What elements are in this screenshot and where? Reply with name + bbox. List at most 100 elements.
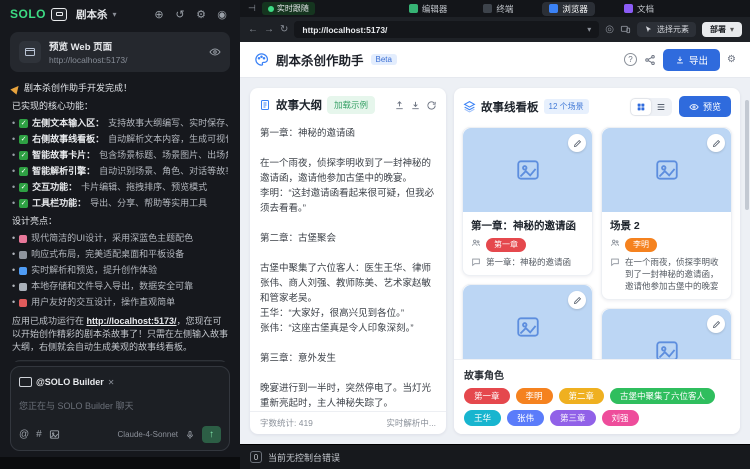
- people-icon: [471, 238, 481, 248]
- app-title: 剧本杀创作助手: [276, 50, 364, 69]
- story-text-editor[interactable]: 第一章：神秘的邀请函 在一个雨夜，侦探李明收到了一封神秘的邀请函，邀请他参加古堡…: [250, 122, 446, 411]
- solo-logo-icon: [51, 8, 67, 21]
- tab-文档[interactable]: 文档: [617, 2, 661, 16]
- preview-web-page-card[interactable]: 预览 Web 页面 http://localhost:5173/: [10, 32, 230, 72]
- chevron-down-icon[interactable]: ▾: [113, 10, 117, 19]
- settings-icon[interactable]: ⚙: [193, 8, 209, 21]
- list-view-icon[interactable]: [651, 99, 671, 115]
- scene-image-placeholder: [463, 285, 592, 359]
- preview-scrollbar[interactable]: [745, 100, 749, 210]
- mention-icon[interactable]: @: [19, 429, 29, 440]
- design-title: 设计亮点：: [12, 215, 228, 228]
- eye-icon[interactable]: [209, 46, 221, 58]
- party-popper-icon: [10, 83, 21, 94]
- tab-编辑器[interactable]: 编辑器: [402, 2, 455, 16]
- forward-icon[interactable]: →: [264, 24, 274, 35]
- export-file-icon[interactable]: [410, 100, 421, 111]
- history-icon[interactable]: ↺: [172, 8, 188, 21]
- feature-item: • ✓ 智能解析引擎：自动识别场景、角色、对话等故事元素: [12, 165, 228, 178]
- character-pill[interactable]: 第一章: [464, 388, 510, 404]
- scene-card[interactable]: 场景 2 李明 在一个雨夜，侦探李明收到了一封神秘的邀请函，邀请他参加古堡中的晚…: [601, 127, 732, 300]
- feature-item: • ✓ 右侧故事线看板：自动解析文本内容，生成可视化故事卡片: [12, 133, 228, 146]
- console-status-bar: 0 当前无控制台错误: [240, 444, 750, 469]
- character-pill[interactable]: 张伟: [507, 410, 544, 426]
- url-bar[interactable]: http://localhost:5173/ ▾: [294, 21, 599, 38]
- sidebar-header: SOLO 剧本杀 ▾ ⊕ ↺ ⚙ ◉: [0, 0, 240, 28]
- attach-image-icon[interactable]: [49, 429, 60, 440]
- edit-scene-icon[interactable]: [568, 134, 586, 152]
- app-header: 剧本杀创作助手 Beta ? 导出 ⚙: [240, 42, 750, 78]
- character-pill[interactable]: 第三章: [550, 410, 596, 426]
- solo-logo: SOLO: [10, 7, 46, 21]
- check-icon: ✓: [19, 119, 28, 128]
- character-pill[interactable]: 王华: [464, 410, 501, 426]
- workbench: ⊣ 实时跟随 编辑器 终端 浏览器 文档 ← → ↻ http://localhost…: [240, 0, 750, 469]
- select-element-button[interactable]: 选择元素: [637, 22, 696, 37]
- live-follow-badge[interactable]: 实时跟随: [262, 2, 315, 15]
- chat-input-box[interactable]: @SOLO Builder ✕ 您正在与 SOLO Builder 聊天 @ #…: [10, 366, 230, 451]
- character-pill[interactable]: 古堡中聚集了六位客人: [610, 388, 715, 404]
- bullet: •: [12, 296, 15, 309]
- check-icon: ✓: [19, 135, 28, 144]
- character-pill[interactable]: 刘强: [602, 410, 639, 426]
- scene-role-pill[interactable]: 李明: [625, 238, 657, 252]
- zap-icon: [19, 267, 27, 275]
- gear-icon[interactable]: ⚙: [727, 54, 736, 65]
- responsive-icon: [19, 251, 27, 259]
- share-icon[interactable]: [644, 54, 656, 66]
- scene-card[interactable]: 场景 3: [462, 284, 593, 359]
- scene-card[interactable]: 场景 5: [601, 308, 732, 359]
- scene-dialog: 第一章：神秘的邀请函: [486, 256, 571, 268]
- feature-item: • ✓ 工具栏功能：导出、分享、帮助等实用工具: [12, 197, 228, 210]
- edit-scene-icon[interactable]: [707, 315, 725, 333]
- inspect-icon[interactable]: ◎: [605, 24, 614, 35]
- back-icon[interactable]: ←: [248, 24, 258, 35]
- load-example-button[interactable]: 加载示例: [327, 96, 375, 114]
- scene-title: 场景 2: [610, 218, 723, 233]
- export-button[interactable]: 导出: [663, 49, 720, 71]
- help-icon[interactable]: ?: [624, 53, 637, 66]
- bullet: •: [12, 197, 15, 210]
- board-title: 故事线看板: [481, 99, 539, 115]
- scene-image-placeholder: [602, 309, 731, 359]
- tab-终端[interactable]: 终端: [476, 2, 520, 16]
- collapse-panel-icon[interactable]: ⊣: [248, 3, 256, 14]
- image-icon: [515, 314, 541, 340]
- remove-tag-icon[interactable]: ✕: [108, 378, 115, 387]
- character-pill[interactable]: 第二章: [559, 388, 605, 404]
- features-title: 已实现的核心功能：: [12, 100, 228, 113]
- check-icon: ✓: [19, 183, 28, 192]
- builder-tag[interactable]: @SOLO Builder ✕: [19, 377, 114, 387]
- browser-window-icon: [19, 41, 41, 63]
- scene-card[interactable]: 第一章：神秘的邀请函 第一章 第一章：神秘的邀请函: [462, 127, 593, 276]
- edit-scene-icon[interactable]: [568, 291, 586, 309]
- grid-view-icon[interactable]: [631, 99, 651, 115]
- profile-icon[interactable]: ◉: [214, 8, 230, 21]
- url-chevron-icon[interactable]: ▾: [587, 25, 591, 34]
- send-button[interactable]: ↑: [202, 426, 221, 443]
- eye-icon: [689, 102, 699, 112]
- ide-sidebar: SOLO 剧本杀 ▾ ⊕ ↺ ⚙ ◉ 预览 Web 页面 http://loca…: [0, 0, 240, 469]
- preview-button[interactable]: 预览: [679, 96, 731, 117]
- refresh-icon[interactable]: ↻: [280, 24, 288, 35]
- device-toggle-icon[interactable]: [620, 24, 631, 35]
- scene-role-pill[interactable]: 第一章: [486, 238, 526, 252]
- scene-dialog: 在一个雨夜，侦探李明收到了一封神秘的邀请函，邀请他参加古堡中的晚宴: [625, 256, 723, 292]
- bullet: •: [12, 232, 15, 245]
- project-name[interactable]: 剧本杀: [76, 7, 108, 22]
- localhost-link[interactable]: http://localhost:5173/: [87, 316, 177, 326]
- completion-announcement: 剧本杀创作助手开发完成！: [12, 82, 228, 95]
- character-pill[interactable]: 李明: [516, 388, 553, 404]
- scene-cards-grid: 第一章：神秘的邀请函 第一章 第一章：神秘的邀请函 场景 3 场景 2 李明 在…: [454, 125, 740, 359]
- chat-placeholder[interactable]: 您正在与 SOLO Builder 聊天: [19, 399, 221, 412]
- preview-card-url: http://localhost:5173/: [49, 55, 201, 65]
- context-icon[interactable]: #: [36, 429, 42, 440]
- model-selector[interactable]: Claude-4-Sonnet: [118, 430, 178, 439]
- new-chat-icon[interactable]: ⊕: [151, 8, 167, 21]
- import-icon[interactable]: [394, 100, 405, 111]
- reset-icon[interactable]: [426, 100, 437, 111]
- mic-icon[interactable]: [185, 430, 195, 440]
- deploy-dropdown-button[interactable]: 部署▾: [702, 22, 742, 37]
- tab-浏览器[interactable]: 浏览器: [542, 2, 595, 16]
- edit-scene-icon[interactable]: [707, 134, 725, 152]
